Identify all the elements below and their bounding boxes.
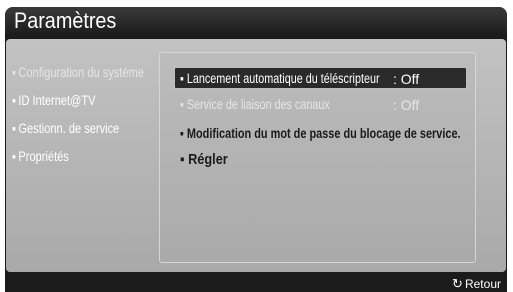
sidebar-item-label: Configuration du système	[18, 65, 144, 80]
sidebar-item-configuration-systeme[interactable]: ▪ Configuration du système	[12, 65, 144, 81]
title-bar: Paramètres	[5, 7, 507, 35]
sidebar-item-gestion-service[interactable]: ▪ Gestionn. de service	[12, 121, 133, 137]
sidebar-item-id-internet-tv[interactable]: ▪ ID Internet@TV	[12, 93, 133, 109]
option-ticker-autostart[interactable]: ▪ Lancement automatique du téléscripteur	[180, 71, 380, 87]
bullet-icon: ▪	[12, 93, 16, 108]
option-label: Régler	[188, 151, 228, 168]
bullet-icon: ▪	[180, 97, 184, 112]
options-panel: ▪ Lancement automatique du téléscripteur…	[159, 52, 476, 263]
bullet-icon: ▪	[12, 65, 16, 80]
sidebar-item-proprietes[interactable]: ▪ Propriétés	[12, 149, 133, 165]
bullet-icon: ▪	[180, 125, 184, 141]
option-ticker-autostart-value: : Off	[393, 71, 420, 87]
option-label: Service de liaison des canaux	[186, 97, 330, 112]
bullet-icon: ▪	[180, 151, 185, 168]
tv-settings-screen: Paramètres ▪ Configuration du système ▪ ID…	[5, 7, 507, 292]
bullet-icon: ▪	[12, 149, 16, 164]
settings-panel: ▪ Configuration du système ▪ ID Internet@T…	[6, 39, 506, 272]
return-arrow-icon: ↺	[452, 276, 463, 291]
sidebar-item-label: Propriétés	[18, 149, 69, 164]
return-button[interactable]: ↺ Retour	[452, 276, 501, 291]
option-channel-link-service-value: : Off	[393, 97, 420, 113]
option-label: Modification du mot de passe du blocage …	[186, 125, 461, 141]
bullet-icon: ▪	[180, 71, 184, 86]
bullet-icon: ▪	[12, 121, 16, 136]
return-label: Retour	[464, 277, 501, 291]
option-change-lock-password[interactable]: ▪ Modification du mot de passe du blocag…	[180, 125, 461, 141]
option-label: Lancement automatique du téléscripteur	[186, 71, 380, 86]
sidebar-item-label: Gestionn. de service	[18, 121, 120, 136]
option-setup[interactable]: ▪ Régler	[180, 152, 228, 168]
sidebar-item-label: ID Internet@TV	[18, 93, 96, 108]
option-channel-link-service: ▪ Service de liaison des canaux	[180, 97, 330, 113]
page-title: Paramètres	[14, 8, 117, 33]
sidebar-menu: ▪ Configuration du système ▪ ID Internet@T…	[12, 65, 160, 177]
